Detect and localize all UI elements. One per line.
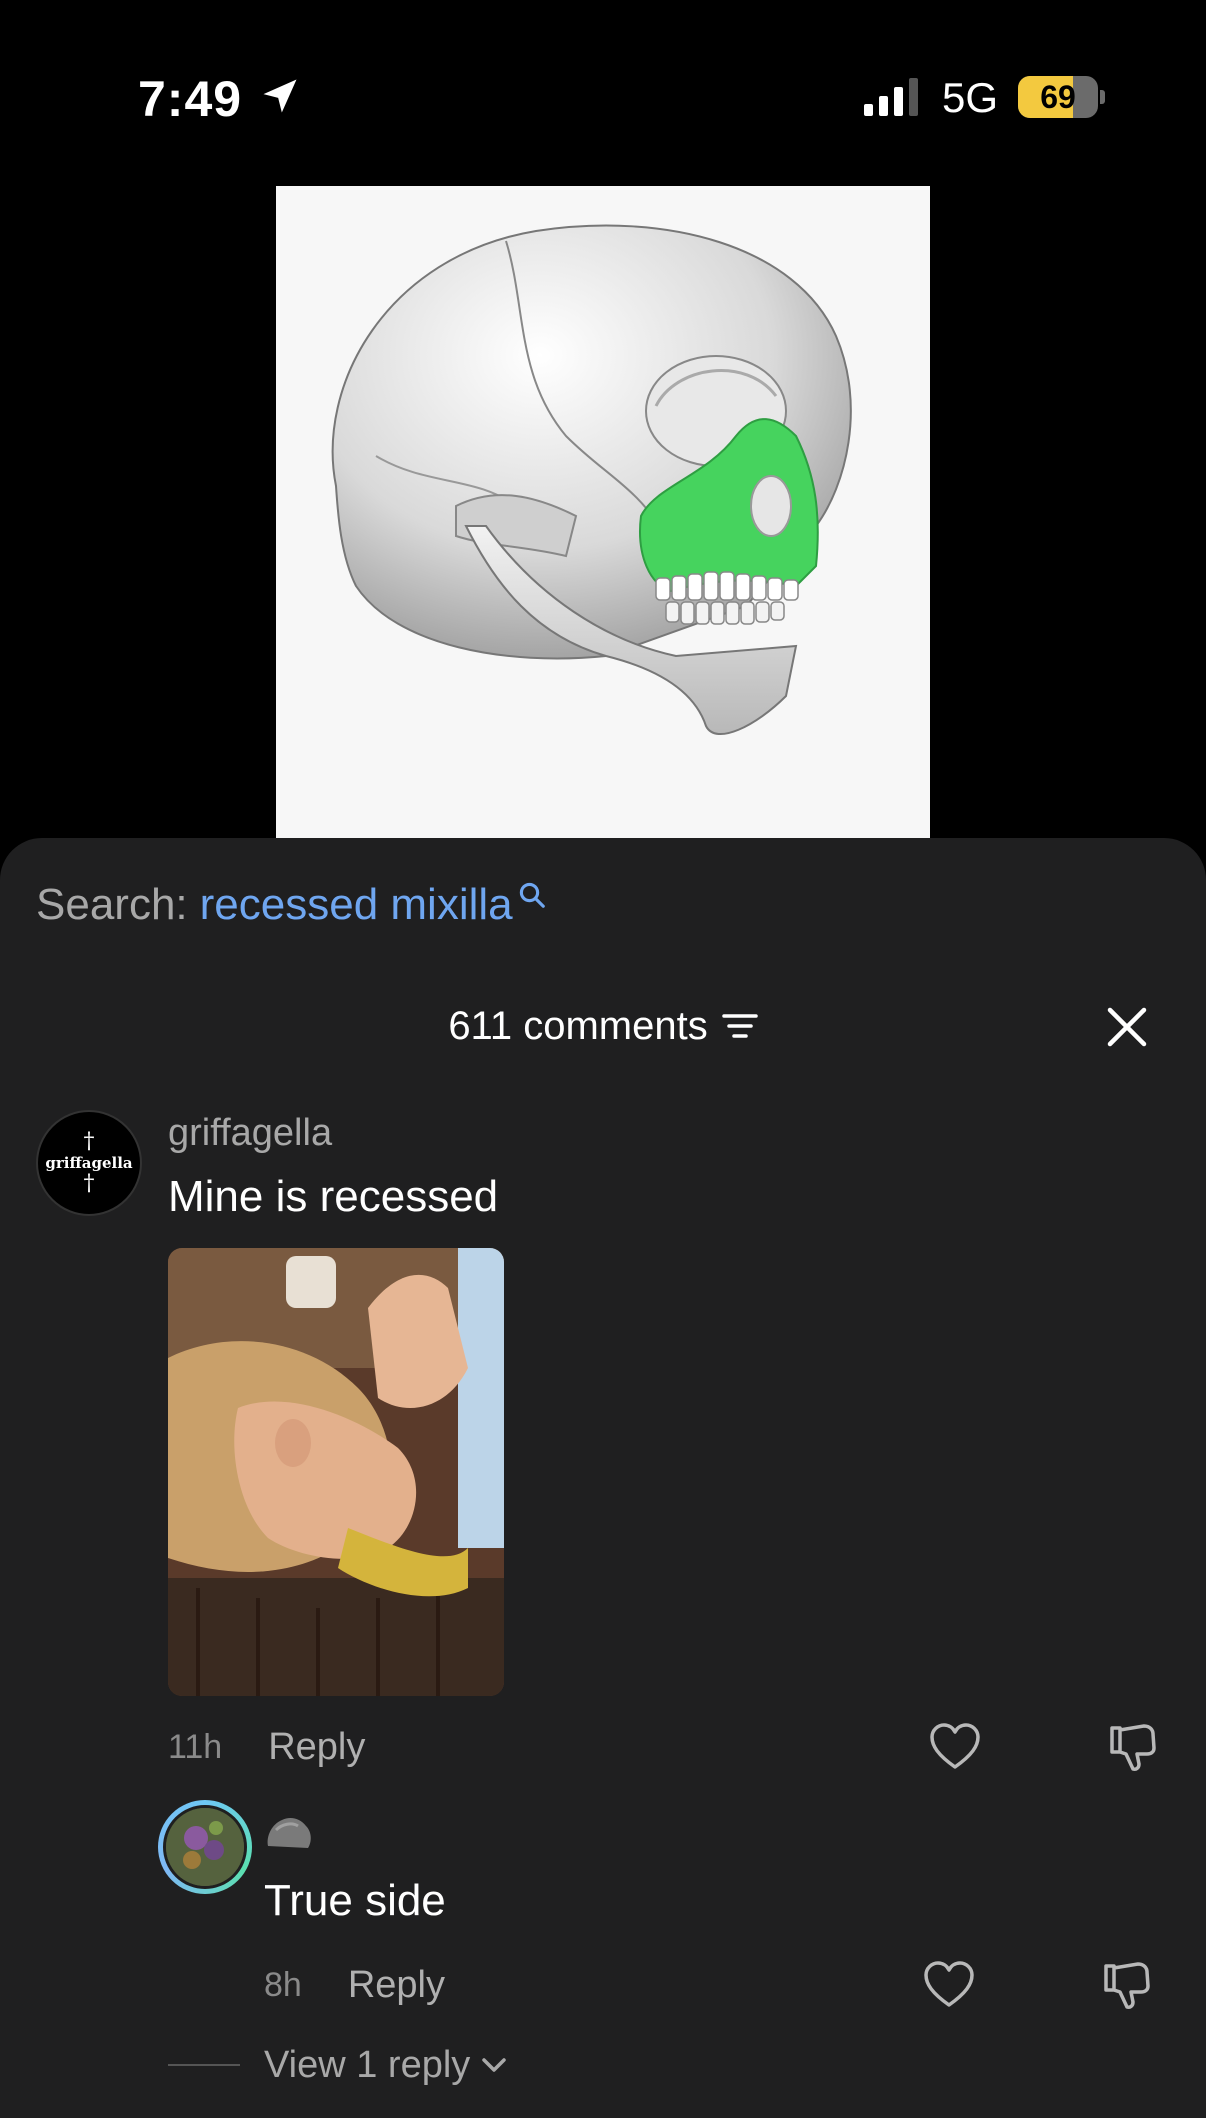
comments-count: 611 comments: [448, 1003, 708, 1048]
status-bar: 7:49 5G 69: [0, 0, 1206, 190]
comment-username[interactable]: griffagella: [168, 1112, 332, 1155]
signal-bars-icon: [864, 78, 918, 116]
skull-illustration: [331, 224, 852, 736]
battery-indicator: 69: [1018, 76, 1098, 118]
reply-reply-button[interactable]: Reply: [348, 1964, 445, 2007]
battery-nub: [1100, 90, 1105, 104]
heart-icon[interactable]: [922, 1960, 976, 2010]
search-suggestion[interactable]: Search: recessed mixilla: [36, 880, 547, 930]
network-type: 5G: [942, 74, 999, 121]
cross-icon: †: [83, 1129, 95, 1154]
reply-meta-row: 8h Reply: [264, 1960, 445, 2010]
commenter-avatar[interactable]: † griffagella †: [36, 1110, 142, 1216]
cross-icon: †: [83, 1171, 95, 1196]
search-query-link[interactable]: recessed mixilla: [200, 880, 513, 930]
rock-emoji-icon: [267, 1818, 311, 1848]
video-preview[interactable]: [276, 186, 930, 838]
dislike-icon[interactable]: [1106, 1720, 1160, 1774]
reply-avatar[interactable]: [158, 1800, 252, 1894]
heart-icon[interactable]: [928, 1722, 982, 1772]
status-time: 7:49: [138, 71, 243, 127]
comment-text: Mine is recessed: [168, 1172, 499, 1221]
search-label: Search:: [36, 880, 188, 929]
comments-header: 611 comments: [0, 996, 1206, 1056]
close-icon[interactable]: [1106, 1006, 1148, 1048]
reply-timestamp: 8h: [264, 1965, 302, 2004]
comment-reply-button[interactable]: Reply: [268, 1726, 365, 1769]
reply-avatar-image: [163, 1805, 247, 1889]
photo-person-illustration: [168, 1248, 504, 1696]
thread-divider: [168, 2064, 240, 2066]
search-icon[interactable]: [517, 880, 547, 910]
flower-illustration: [166, 1808, 244, 1886]
location-arrow-icon: [263, 79, 297, 113]
comment-photo[interactable]: [168, 1248, 504, 1696]
reply-text: True side: [264, 1876, 446, 1925]
view-replies-label: View 1 reply: [264, 2043, 471, 2086]
battery-percent: 69: [1040, 79, 1076, 115]
view-replies-button[interactable]: View 1 reply: [168, 2040, 508, 2090]
dislike-icon[interactable]: [1100, 1958, 1154, 2012]
chevron-down-icon: [482, 2058, 507, 2072]
sort-filter-icon[interactable]: [721, 1011, 758, 1041]
comment-timestamp: 11h: [168, 1727, 223, 1766]
comment-meta-row: 11h Reply: [168, 1722, 365, 1772]
avatar-logo-text: griffagella: [45, 1154, 133, 1172]
